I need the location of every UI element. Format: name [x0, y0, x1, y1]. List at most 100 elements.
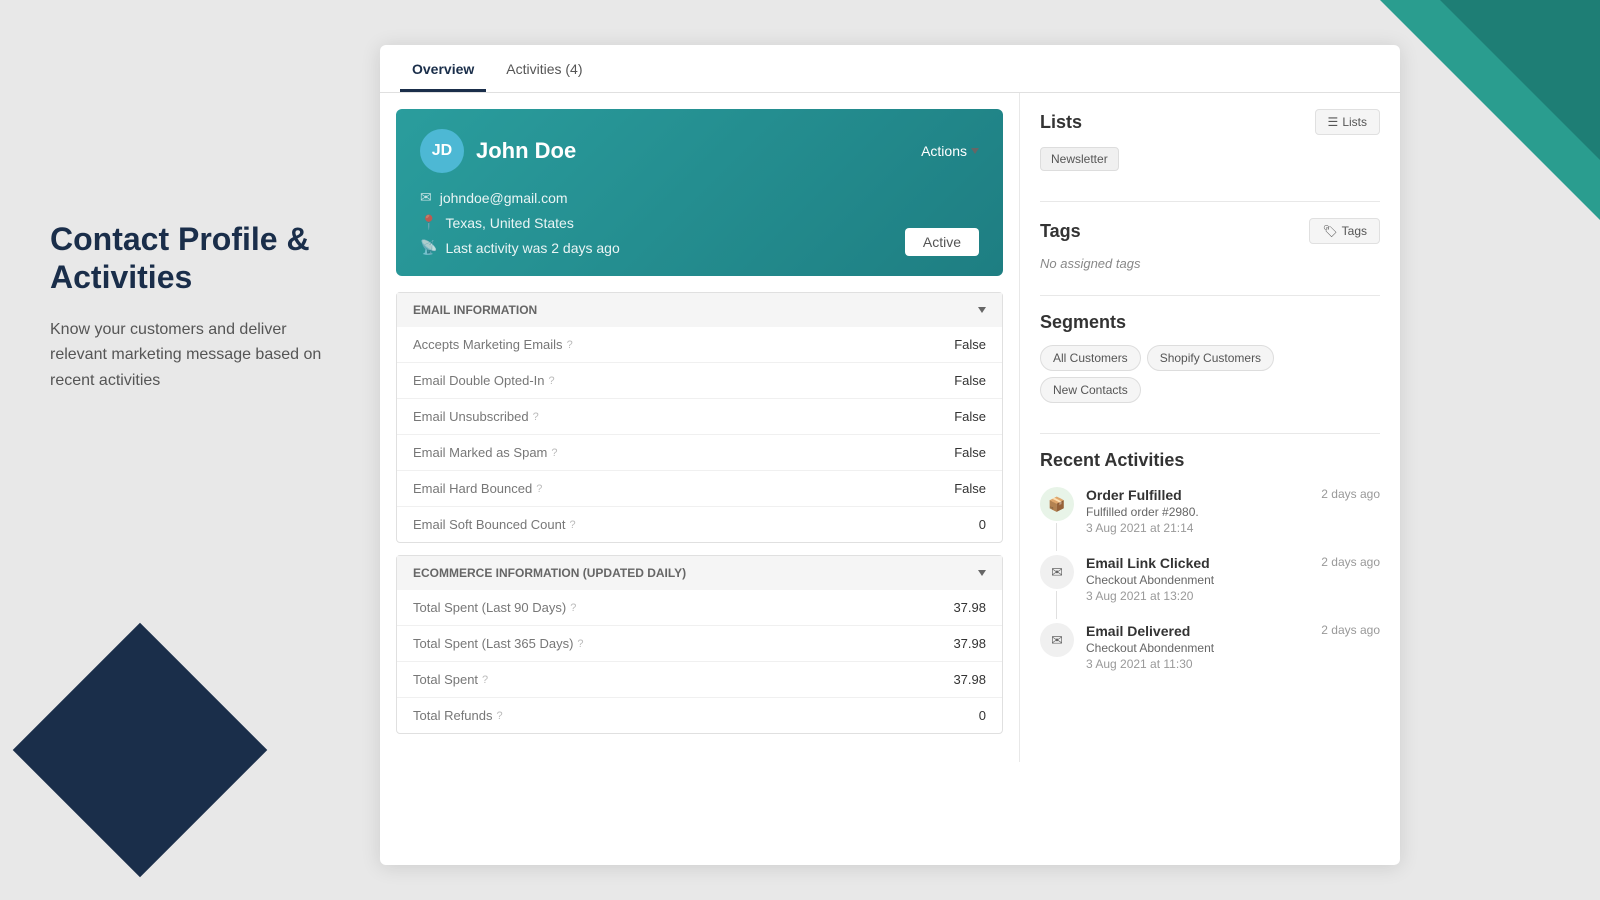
ecommerce-info-header[interactable]: ECOMMERCE INFORMATION (UPDATED DAILY)	[397, 556, 1002, 590]
lists-button[interactable]: ☰ Lists	[1315, 109, 1380, 135]
info-value: False	[954, 337, 986, 352]
help-icon: ?	[482, 674, 488, 686]
ecommerce-info-section: ECOMMERCE INFORMATION (UPDATED DAILY) To…	[396, 555, 1003, 734]
profile-location: Texas, United States	[445, 215, 573, 231]
info-label: Email Hard Bounced ?	[413, 481, 954, 496]
segment-chip[interactable]: Shopify Customers	[1147, 345, 1274, 371]
activity-title-row: Email Delivered 2 days ago	[1086, 623, 1380, 639]
tag-icon: 🏷	[1322, 224, 1337, 238]
recent-activities-title: Recent Activities	[1040, 450, 1380, 471]
divider-3	[1040, 433, 1380, 434]
activity-item: 📦 Order Fulfilled 2 days ago Fulfilled o…	[1040, 487, 1380, 535]
deco-triangle-top-right-inner	[1440, 0, 1600, 160]
tab-activities[interactable]: Activities (4)	[494, 45, 594, 92]
info-value: 37.98	[953, 636, 986, 651]
activity-name: Order Fulfilled	[1086, 487, 1182, 503]
content-area: JD John Doe Actions ✉ johndoe@gmail.com	[380, 93, 1400, 762]
activity-type-icon: 📦	[1040, 487, 1074, 521]
email-info-body: Accepts Marketing Emails ? False Email D…	[397, 327, 1002, 542]
help-icon: ?	[536, 483, 542, 495]
activity-name: Email Link Clicked	[1086, 555, 1210, 571]
left-column: JD John Doe Actions ✉ johndoe@gmail.com	[380, 93, 1020, 762]
info-row: Email Hard Bounced ? False	[397, 471, 1002, 507]
tabs-bar: Overview Activities (4)	[380, 45, 1400, 93]
help-icon: ?	[497, 710, 503, 722]
segment-chip[interactable]: All Customers	[1040, 345, 1141, 371]
email-info-header[interactable]: EMAIL INFORMATION	[397, 293, 1002, 327]
info-row: Email Double Opted-In ? False	[397, 363, 1002, 399]
segments-header: Segments	[1040, 312, 1380, 333]
lists-section: Lists ☰ Lists Newsletter	[1040, 109, 1380, 177]
profile-location-row: 📍 Texas, United States	[420, 214, 979, 231]
help-icon: ?	[549, 375, 555, 387]
info-value: False	[954, 373, 986, 388]
info-label: Accepts Marketing Emails ?	[413, 337, 954, 352]
avatar: JD	[420, 129, 464, 173]
activity-title-row: Order Fulfilled 2 days ago	[1086, 487, 1380, 503]
lists-header: Lists ☰ Lists	[1040, 109, 1380, 135]
activity-subtitle: Checkout Abondenment	[1086, 641, 1380, 655]
tags-header: Tags 🏷 Tags	[1040, 218, 1380, 244]
divider-2	[1040, 295, 1380, 296]
actions-button[interactable]: Actions	[921, 143, 979, 159]
info-label: Total Spent (Last 90 Days) ?	[413, 600, 953, 615]
activity-time: 2 days ago	[1321, 487, 1380, 501]
info-row: Email Soft Bounced Count ? 0	[397, 507, 1002, 542]
tags-section: Tags 🏷 Tags No assigned tags	[1040, 218, 1380, 271]
segments-chips: All CustomersShopify CustomersNew Contac…	[1040, 345, 1380, 409]
info-label: Total Spent ?	[413, 672, 953, 687]
activity-subtitle: Fulfilled order #2980.	[1086, 505, 1380, 519]
info-label: Total Spent (Last 365 Days) ?	[413, 636, 953, 651]
info-value: False	[954, 409, 986, 424]
info-value: False	[954, 481, 986, 496]
profile-card: JD John Doe Actions ✉ johndoe@gmail.com	[396, 109, 1003, 276]
info-label: Email Unsubscribed ?	[413, 409, 954, 424]
profile-details: ✉ johndoe@gmail.com 📍 Texas, United Stat…	[420, 189, 979, 256]
profile-name-row: JD John Doe	[420, 129, 576, 173]
help-icon: ?	[569, 519, 575, 531]
segment-chip[interactable]: New Contacts	[1040, 377, 1141, 403]
info-row: Total Refunds ? 0	[397, 698, 1002, 733]
activity-icon: 📡	[420, 239, 437, 256]
profile-email: johndoe@gmail.com	[440, 190, 568, 206]
info-value: 37.98	[953, 600, 986, 615]
main-content: Overview Activities (4) JD John Doe A	[380, 45, 1400, 865]
activity-subtitle: Checkout Abondenment	[1086, 573, 1380, 587]
info-label: Email Soft Bounced Count ?	[413, 517, 979, 532]
right-column: Lists ☰ Lists Newsletter Tags 🏷 Tags	[1020, 93, 1400, 762]
profile-last-activity: Last activity was 2 days ago	[445, 240, 619, 256]
info-value: 0	[979, 517, 986, 532]
activity-date: 3 Aug 2021 at 11:30	[1086, 657, 1380, 671]
info-value: 37.98	[953, 672, 986, 687]
info-row: Email Unsubscribed ? False	[397, 399, 1002, 435]
info-value: False	[954, 445, 986, 460]
divider-1	[1040, 201, 1380, 202]
segments-section: Segments All CustomersShopify CustomersN…	[1040, 312, 1380, 409]
activity-body: Email Link Clicked 2 days ago Checkout A…	[1086, 555, 1380, 603]
profile-name: John Doe	[476, 138, 576, 164]
activity-type-icon: ✉	[1040, 555, 1074, 589]
info-row: Total Spent ? 37.98	[397, 662, 1002, 698]
email-info-section: EMAIL INFORMATION Accepts Marketing Emai…	[396, 292, 1003, 543]
status-badge: Active	[905, 228, 979, 256]
info-row: Email Marked as Spam ? False	[397, 435, 1002, 471]
activity-type-icon: ✉	[1040, 623, 1074, 657]
profile-header: JD John Doe Actions	[420, 129, 979, 173]
help-icon: ?	[567, 339, 573, 351]
list-icon: ☰	[1328, 115, 1339, 129]
info-row: Total Spent (Last 90 Days) ? 37.98	[397, 590, 1002, 626]
lists-chips: Newsletter	[1040, 147, 1380, 177]
tags-button[interactable]: 🏷 Tags	[1309, 218, 1380, 244]
help-icon: ?	[577, 638, 583, 650]
location-icon: 📍	[420, 214, 437, 231]
left-panel-heading: Contact Profile & Activities	[50, 220, 340, 297]
tab-overview[interactable]: Overview	[400, 45, 486, 92]
list-chip[interactable]: Newsletter	[1040, 147, 1119, 171]
activity-time: 2 days ago	[1321, 555, 1380, 569]
left-panel-description: Know your customers and deliver relevant…	[50, 317, 340, 394]
no-tags-text: No assigned tags	[1040, 256, 1380, 271]
tags-title: Tags	[1040, 221, 1081, 242]
activity-body: Email Delivered 2 days ago Checkout Abon…	[1086, 623, 1380, 671]
info-label: Email Marked as Spam ?	[413, 445, 954, 460]
activity-title-row: Email Link Clicked 2 days ago	[1086, 555, 1380, 571]
